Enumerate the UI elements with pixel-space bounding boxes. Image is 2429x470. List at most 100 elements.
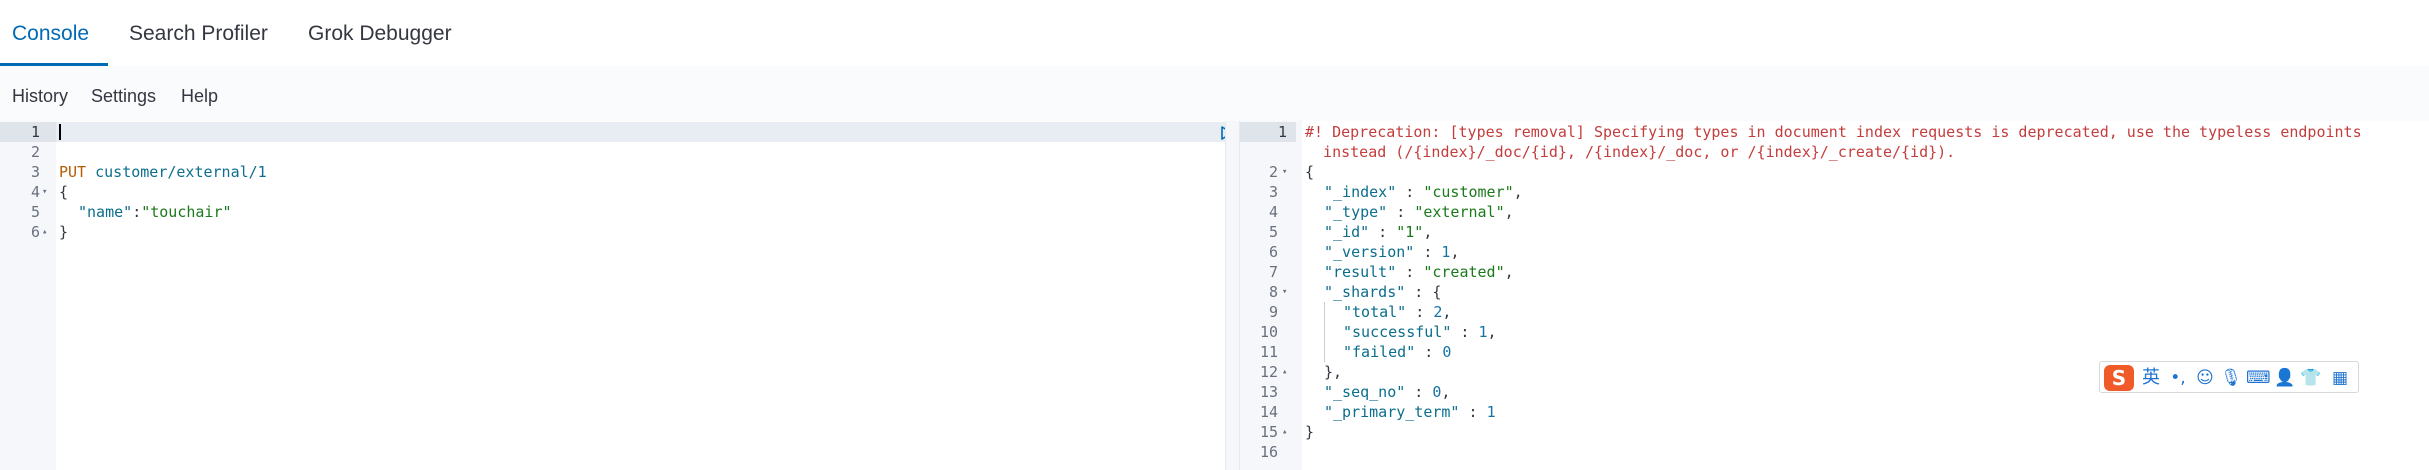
ime-language-toggle[interactable]: 英: [2140, 366, 2162, 390]
code-line: "successful" : 1,: [1343, 323, 1497, 341]
json-key: "_primary_term": [1324, 403, 1460, 421]
emoji-icon[interactable]: ☺: [2194, 366, 2216, 390]
line-number: 1: [0, 122, 56, 142]
line-number: 5: [1268, 223, 1278, 241]
json-value: 1: [1486, 403, 1496, 421]
request-url: customer/external/1: [86, 163, 267, 181]
json-key: "_id": [1324, 223, 1370, 241]
skin-icon[interactable]: 👕: [2300, 366, 2322, 390]
json-key: "failed": [1343, 343, 1416, 361]
close-inner-brace: },: [1324, 363, 1343, 381]
line-number: 2: [30, 143, 40, 161]
tab-grok-debugger[interactable]: Grok Debugger: [308, 22, 452, 46]
json-value: "1": [1396, 223, 1424, 241]
line-number: 5: [30, 203, 40, 221]
tab-search-profiler[interactable]: Search Profiler: [129, 22, 268, 46]
code-line-5: "name":"touchair": [78, 202, 1225, 222]
code-line: "_id" : "1",: [1324, 223, 1433, 241]
json-value: 1: [1478, 323, 1488, 341]
ime-logo-icon[interactable]: S: [2104, 365, 2134, 391]
line-number: 3: [30, 163, 40, 181]
json-key: "_index": [1324, 183, 1397, 201]
editor-resize-handle[interactable]: [1225, 121, 1240, 470]
close-brace: }: [59, 223, 69, 241]
json-key: "result": [1324, 263, 1397, 281]
punct-icon[interactable]: •,: [2168, 366, 2188, 390]
json-key: "_type": [1324, 203, 1388, 221]
line-number: 1: [1240, 122, 1296, 142]
line-number: 9: [1268, 303, 1278, 321]
code-line: "_primary_term" : 1: [1324, 403, 1496, 421]
json-key: "successful": [1343, 323, 1452, 341]
line-number: 10: [1259, 323, 1278, 341]
line-number: 4: [1268, 203, 1278, 221]
line-number: 4: [30, 183, 40, 201]
grid-icon[interactable]: ▦: [2328, 366, 2352, 390]
line-number: 15: [1259, 423, 1278, 441]
settings-link[interactable]: Settings: [91, 86, 156, 107]
code-line-3: PUT customer/external/1: [59, 162, 1225, 182]
console-subnav: History Settings Help: [0, 66, 2429, 121]
json-key: "total": [1343, 303, 1407, 321]
json-key: "_version": [1324, 243, 1415, 261]
code-line: "failed" : 0: [1343, 343, 1452, 361]
fold-close-icon[interactable]: ▴: [1282, 422, 1287, 442]
code-line: "_index" : "customer",: [1324, 183, 1523, 201]
json-colon: :: [132, 203, 142, 221]
json-value: 2: [1433, 303, 1443, 321]
response-code[interactable]: #! Deprecation: [types removal] Specifyi…: [1302, 121, 2429, 470]
response-gutter: 1 2 ▾ 3 4 5 6 7 8 ▾ 9 10 11 12 ▴ 13 14 1…: [1240, 121, 1302, 470]
help-link[interactable]: Help: [181, 86, 218, 107]
line-number: 12: [1259, 363, 1278, 381]
line-number: 11: [1259, 343, 1278, 361]
code-line: "result" : "created",: [1324, 263, 1514, 281]
code-line: "total" : 2,: [1343, 303, 1452, 321]
keyboard-icon[interactable]: ⌨: [2246, 366, 2271, 390]
tab-console[interactable]: Console: [12, 22, 89, 46]
json-value: "touchair": [141, 203, 232, 221]
deprecation-warning: #! Deprecation: [types removal] Specifyi…: [1305, 123, 2362, 141]
response-editor[interactable]: 1 2 ▾ 3 4 5 6 7 8 ▾ 9 10 11 12 ▴ 13 14 1…: [1240, 121, 2429, 470]
code-line-6: }: [59, 222, 1225, 242]
json-value: "external": [1414, 203, 1505, 221]
code-line: "_shards" : {: [1324, 283, 1442, 301]
user-icon[interactable]: 👤: [2274, 366, 2296, 390]
open-brace: {: [59, 183, 69, 201]
code-line-4: {: [59, 182, 1225, 202]
line-number: 14: [1259, 403, 1278, 421]
request-editor[interactable]: 1 2 3 4 ▾ 5 6 ▴ PUT customer/external/1 …: [0, 121, 1261, 470]
fold-close-icon[interactable]: ▴: [42, 222, 47, 242]
json-value: "created": [1423, 263, 1505, 281]
line-number: 7: [1268, 263, 1278, 281]
line-number: 13: [1259, 383, 1278, 401]
text-cursor: [59, 124, 61, 140]
line-number: 6: [1268, 243, 1278, 261]
line-number: 6: [30, 223, 40, 241]
json-value: "customer": [1423, 183, 1514, 201]
json-value: 0: [1442, 343, 1452, 361]
app-tab-bar: Console Search Profiler Grok Debugger: [0, 0, 2429, 67]
line-number: 2: [1268, 163, 1278, 181]
code-line: "_type" : "external",: [1324, 203, 1514, 221]
json-key: "name": [78, 203, 133, 221]
mic-icon[interactable]: 🎙: [2220, 366, 2242, 390]
fold-open-icon[interactable]: ▾: [1282, 282, 1287, 302]
fold-open-icon[interactable]: ▾: [1282, 162, 1287, 182]
http-method: PUT: [59, 163, 87, 181]
line-number: 8: [1268, 283, 1278, 301]
history-link[interactable]: History: [12, 86, 68, 107]
code-line: }: [1305, 422, 2429, 442]
code-line-1: [56, 122, 1225, 142]
json-key: "_seq_no": [1324, 383, 1406, 401]
close-brace: }: [1305, 423, 1315, 441]
line-number: 3: [1268, 183, 1278, 201]
code-line: {: [1305, 162, 2429, 182]
request-code[interactable]: PUT customer/external/1 { "name":"toucha…: [56, 121, 1261, 470]
line-number: 16: [1259, 443, 1278, 461]
deprecation-warning-cont: instead (/{index}/_doc/{id}, /{index}/_d…: [1305, 143, 1956, 161]
ime-toolbar[interactable]: S 英 •, ☺ 🎙 ⌨ 👤 👕 ▦: [2099, 361, 2359, 393]
code-line: "_version" : 1,: [1324, 243, 1460, 261]
fold-open-icon[interactable]: ▾: [42, 182, 47, 202]
fold-close-icon[interactable]: ▴: [1282, 362, 1287, 382]
indent-guide: [1324, 302, 1325, 362]
